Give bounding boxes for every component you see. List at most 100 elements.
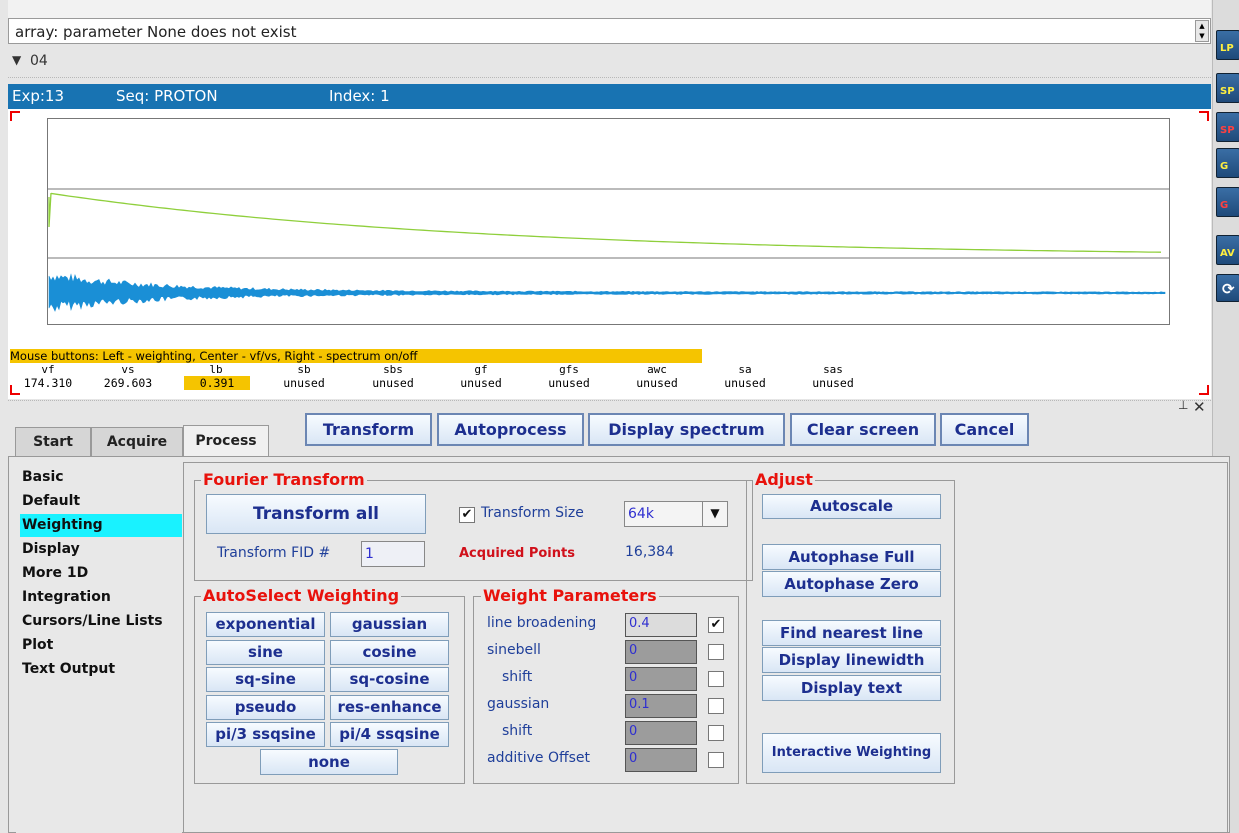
gaussian-red-icon[interactable]: G xyxy=(1216,187,1239,217)
chevron-down-icon[interactable]: ▼ xyxy=(702,502,727,526)
pin-icon[interactable]: ⊥ xyxy=(1178,398,1188,412)
tab-start[interactable]: Start xyxy=(15,427,91,456)
autophase-full-button[interactable]: Autophase Full xyxy=(762,544,941,570)
transform-button[interactable]: Transform xyxy=(305,413,432,446)
acquired-points-value: 16,384 xyxy=(625,544,674,560)
message-scroll-arrows[interactable]: ▲ ▼ xyxy=(1195,20,1209,42)
weight-param-input[interactable]: 0.4 xyxy=(625,613,697,637)
weighting-cosine-button[interactable]: cosine xyxy=(330,639,449,665)
param-value-sb[interactable]: unused xyxy=(264,376,344,390)
transform-size-select[interactable]: 64k ▼ xyxy=(624,501,728,527)
param-value-sa[interactable]: unused xyxy=(705,376,785,390)
transform-size-value: 64k xyxy=(628,506,654,522)
clear-screen-button[interactable]: Clear screen xyxy=(790,413,936,446)
weight-param-label: line broadening xyxy=(487,615,597,631)
fid-plot[interactable] xyxy=(47,118,1170,325)
close-icon[interactable]: ✕ xyxy=(1193,398,1206,416)
weight-param-input[interactable]: 0 xyxy=(625,748,697,772)
corner-marker xyxy=(1207,111,1209,121)
display-text-button[interactable]: Display text xyxy=(762,675,941,701)
param-name-sa: sa xyxy=(738,363,752,376)
autoprocess-button[interactable]: Autoprocess xyxy=(437,413,584,446)
divider xyxy=(8,77,1211,78)
weighting-sq-cosine-button[interactable]: sq-cosine xyxy=(330,667,449,692)
experiment-header: Exp:13 Seq: PROTON Index: 1 xyxy=(8,84,1211,109)
weight-param-checkbox[interactable] xyxy=(708,698,724,714)
param-name-vs: vs xyxy=(121,363,135,376)
weighting-gaussian-button[interactable]: gaussian xyxy=(330,612,449,637)
display-spectrum-button[interactable]: Display spectrum xyxy=(588,413,785,446)
autoscale-button[interactable]: Autoscale xyxy=(762,494,941,519)
tab-process[interactable]: Process xyxy=(183,425,269,456)
weighting-res-enhance-button[interactable]: res-enhance xyxy=(330,694,449,720)
display-linewidth-button[interactable]: Display linewidth xyxy=(762,647,941,673)
param-value-gfs[interactable]: unused xyxy=(529,376,609,390)
sidebar-item-basic[interactable]: Basic xyxy=(20,466,182,489)
transform-fid-input[interactable]: 1 xyxy=(361,541,425,567)
param-name-lb: lb xyxy=(209,363,223,376)
sidebar-item-integration[interactable]: Integration xyxy=(20,586,182,609)
weighting-pi-4-ssqsine-button[interactable]: pi/4 ssqsine xyxy=(330,722,449,747)
weighting-pseudo-button[interactable]: pseudo xyxy=(206,694,325,720)
weight-param-checkbox[interactable] xyxy=(708,644,724,660)
gaussian-icon[interactable]: G xyxy=(1216,148,1239,178)
weighting-exponential-button[interactable]: exponential xyxy=(206,612,325,637)
weight-param-label: shift xyxy=(502,723,533,739)
weight-param-input[interactable]: 0 xyxy=(625,667,697,691)
sidebar-item-text-output[interactable]: Text Output xyxy=(20,658,182,681)
adjust-title: Adjust xyxy=(753,470,815,489)
fourier-transform-title: Fourier Transform xyxy=(201,470,367,489)
cancel-button[interactable]: Cancel xyxy=(940,413,1029,446)
viewport-label: 04 xyxy=(30,53,48,69)
sidebar-item-cursors-line-lists[interactable]: Cursors/Line Lists xyxy=(20,610,182,633)
param-name-sas: sas xyxy=(823,363,843,376)
sidebar-item-default[interactable]: Default xyxy=(20,490,182,513)
weighting-sine-button[interactable]: sine xyxy=(206,639,325,665)
sidebar-item-weighting[interactable]: Weighting xyxy=(20,514,182,537)
process-sidebar: Basic Default Weighting Display More 1D Integ… xyxy=(16,464,182,833)
weight-param-checkbox[interactable]: ✔ xyxy=(708,617,724,633)
weight-param-checkbox[interactable] xyxy=(708,725,724,741)
transform-all-button[interactable]: Transform all xyxy=(206,494,426,534)
param-name-gfs: gfs xyxy=(559,363,579,376)
weighting-pi-3-ssqsine-button[interactable]: pi/3 ssqsine xyxy=(206,722,325,747)
sidebar-item-more-1d[interactable]: More 1D xyxy=(20,562,182,585)
weight-param-input[interactable]: 0.1 xyxy=(625,694,697,718)
param-value-awc[interactable]: unused xyxy=(617,376,697,390)
weighting-none-button[interactable]: none xyxy=(260,749,398,775)
param-name-awc: awc xyxy=(647,363,667,376)
param-value-lb[interactable]: 0.391 xyxy=(184,376,250,390)
fid-plot-svg xyxy=(48,188,1169,312)
param-value-gf[interactable]: unused xyxy=(441,376,521,390)
weight-param-label: gaussian xyxy=(487,696,550,712)
mouse-hint-bar: Mouse buttons: Left - weighting, Center … xyxy=(10,349,702,363)
tab-acquire[interactable]: Acquire xyxy=(91,427,183,456)
top-strip xyxy=(8,0,1211,18)
param-value-vf[interactable]: 174.310 xyxy=(8,376,88,390)
transform-fid-label: Transform FID # xyxy=(217,545,331,561)
spectrum-red-icon[interactable]: SP xyxy=(1216,112,1239,142)
weight-param-checkbox[interactable] xyxy=(708,671,724,687)
autophase-zero-button[interactable]: Autophase Zero xyxy=(762,571,941,597)
weight-param-input[interactable]: 0 xyxy=(625,640,697,664)
averaging-icon[interactable]: AV xyxy=(1216,235,1239,265)
interactive-weighting-button[interactable]: Interactive Weighting xyxy=(762,733,941,773)
corner-marker xyxy=(1207,385,1209,395)
param-value-sbs[interactable]: unused xyxy=(353,376,433,390)
refresh-icon[interactable]: ⟳ xyxy=(1216,274,1239,302)
sidebar-item-plot[interactable]: Plot xyxy=(20,634,182,657)
index-label: Index: 1 xyxy=(329,87,390,105)
weight-parameters-title: Weight Parameters xyxy=(481,586,659,605)
sidebar-item-display[interactable]: Display xyxy=(20,538,182,561)
find-nearest-line-button[interactable]: Find nearest line xyxy=(762,620,941,646)
weight-param-checkbox[interactable] xyxy=(708,752,724,768)
collapse-triangle-icon[interactable]: ▼ xyxy=(12,53,21,67)
weighting-sq-sine-button[interactable]: sq-sine xyxy=(206,667,325,692)
param-value-vs[interactable]: 269.603 xyxy=(88,376,168,390)
param-name-sb: sb xyxy=(297,363,311,376)
transform-size-checkbox[interactable]: ✔ xyxy=(459,507,475,523)
weight-param-input[interactable]: 0 xyxy=(625,721,697,745)
spectrum-icon[interactable]: SP xyxy=(1216,73,1239,103)
linear-prediction-icon[interactable]: LP xyxy=(1216,30,1239,60)
param-value-sas[interactable]: unused xyxy=(793,376,873,390)
